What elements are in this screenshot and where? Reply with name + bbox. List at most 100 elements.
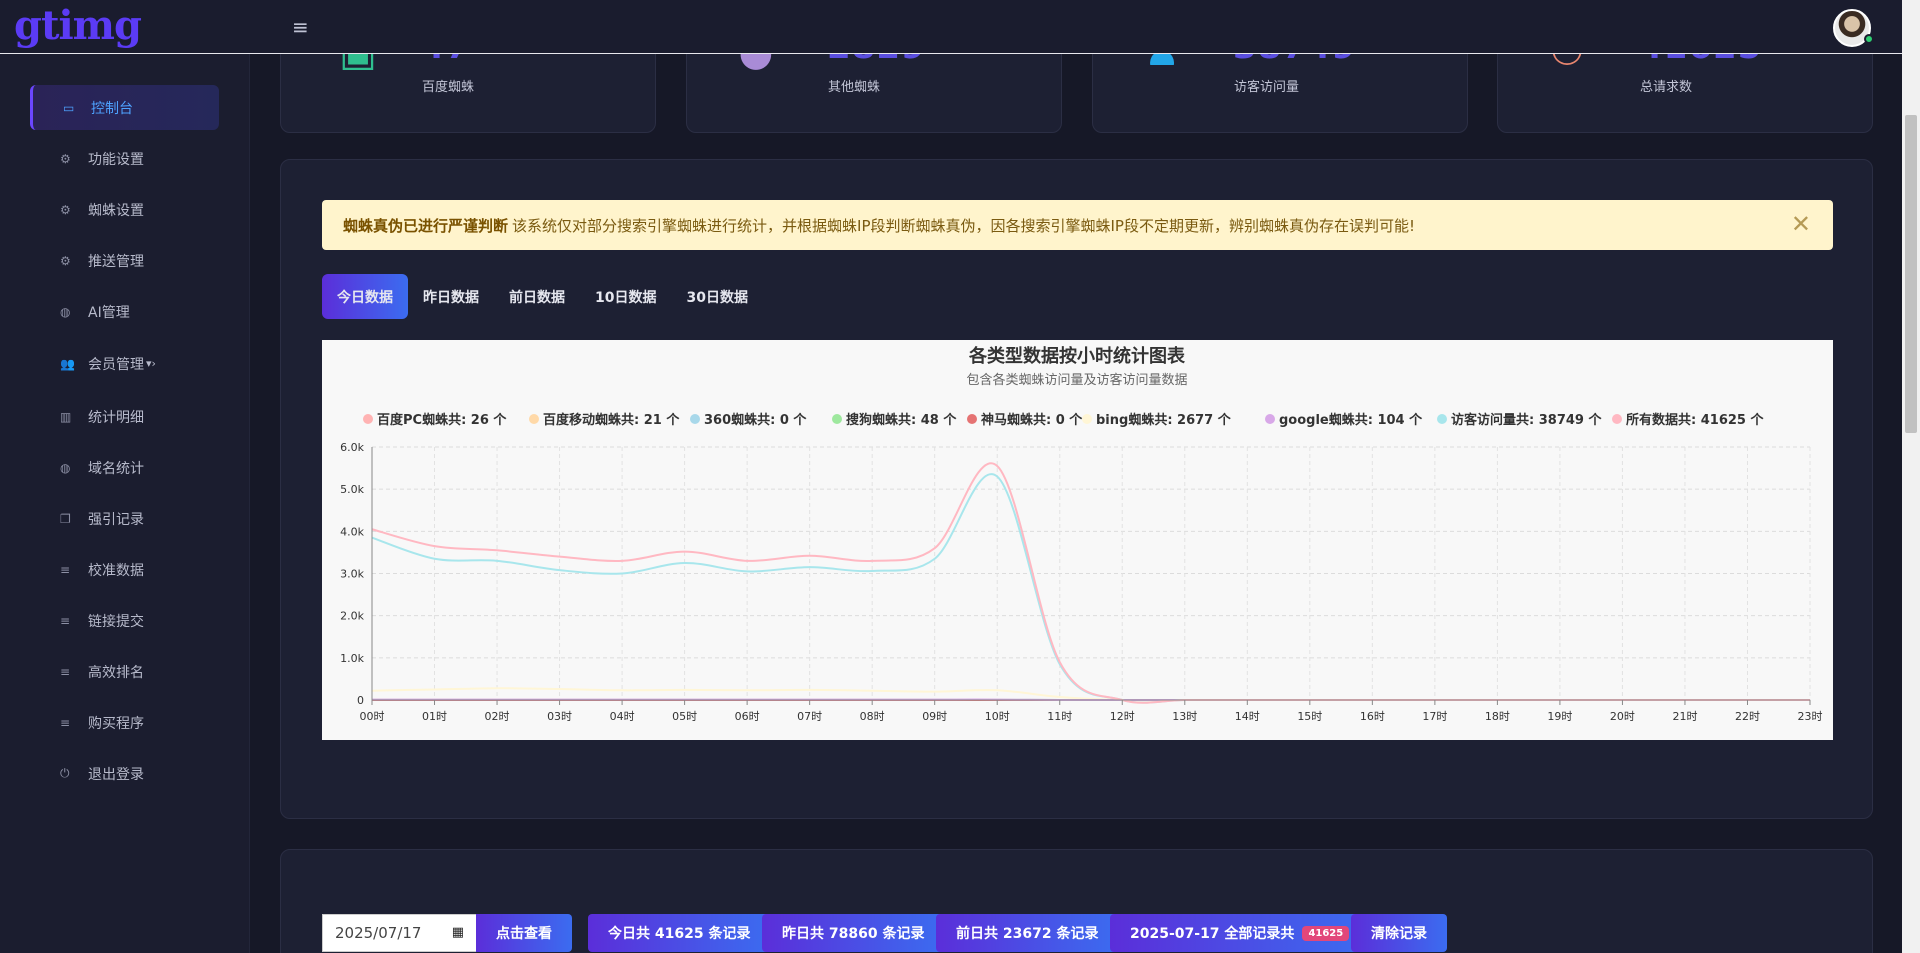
x-tick-label: 11时 (1047, 710, 1072, 723)
y-tick-label: 2.0k (340, 610, 364, 623)
chart-title: 各类型数据按小时统计图表 (968, 345, 1186, 367)
clear-records-button[interactable]: 清除记录 (1351, 914, 1447, 952)
y-tick-label: 0 (357, 694, 364, 707)
sidebar-item-logout[interactable]: ⏻ 退出登录 (30, 751, 219, 796)
sidebar-item-label: AI管理 (88, 304, 130, 321)
x-tick-label: 05时 (672, 710, 697, 723)
x-tick-label: 03时 (547, 710, 572, 723)
yesterday-records-button[interactable]: 昨日共 78860 条记录 (762, 914, 945, 952)
sidebar-item-dashboard[interactable]: ▭ 控制台 (30, 85, 219, 130)
legend-swatch (832, 414, 842, 424)
hourly-chart: 各类型数据按小时统计图表 包含各类蜘蛛访问量及访客访问量数据 百度PC蜘蛛共: … (322, 340, 1833, 740)
legend-swatch (1265, 414, 1275, 424)
chart-legend: 百度PC蜘蛛共: 26 个 百度移动蜘蛛共: 21 个 360蜘蛛共: 0 个 搜狗蜘… (363, 412, 1764, 428)
sidebar-item-feature-settings[interactable]: ⚙ 功能设置 (30, 136, 219, 181)
sidebar-item-label: 购买程序 (88, 715, 144, 732)
legend-label: bing蜘蛛共: 2677 个 (1096, 412, 1232, 428)
hamburger-icon[interactable]: ≡ (292, 17, 314, 37)
tab-day-before[interactable]: 前日数据 (494, 274, 580, 319)
legend-swatch (690, 414, 700, 424)
sidebar-item-spider-settings[interactable]: ⚙ 蜘蛛设置 (30, 187, 219, 232)
alert-title: 蜘蛛真伪已进行严谨判断 (343, 216, 509, 235)
x-tick-label: 00时 (360, 710, 385, 723)
all-records-button[interactable]: 2025-07-17 全部记录共 41625 (1110, 914, 1370, 952)
x-tick-label: 02时 (485, 710, 510, 723)
legend-swatch (1082, 414, 1092, 424)
series-line (371, 473, 1810, 704)
sidebar-item-label: 推送管理 (88, 253, 144, 270)
x-tick-label: 09时 (922, 710, 947, 723)
sidebar-item-calibrate-data[interactable]: ≡ 校准数据 (30, 547, 219, 592)
stat-label: 访客访问量 (1234, 80, 1300, 95)
x-tick-label: 07时 (797, 710, 822, 723)
laptop-icon: ▭ (63, 100, 75, 115)
scrollbar-thumb[interactable] (1905, 115, 1917, 433)
sidebar-item-ranking[interactable]: ≡ 高效排名 (30, 649, 219, 694)
close-icon[interactable]: ✕ (1791, 212, 1811, 236)
sidebar-item-push-management[interactable]: ⚙ 推送管理 (30, 238, 219, 283)
date-field[interactable]: 2025/07/17 ▦ (322, 914, 477, 952)
x-tick-label: 04时 (610, 710, 635, 723)
sidebar-item-label: 退出登录 (88, 766, 144, 783)
x-tick-label: 22时 (1735, 710, 1760, 723)
sidebar-item-purchase[interactable]: ≡ 购买程序 (30, 700, 219, 745)
sidebar-item-label: 蜘蛛设置 (88, 202, 144, 219)
chevron-down-icon: ▾› (146, 357, 156, 370)
view-button[interactable]: 点击查看 (476, 914, 572, 952)
daybefore-records-button[interactable]: 前日共 23672 条记录 (936, 914, 1119, 952)
x-tick-label: 14时 (1235, 710, 1260, 723)
today-records-button[interactable]: 今日共 41625 条记录 (588, 914, 771, 952)
sidebar-item-ai-management[interactable]: ◍ AI管理 (30, 289, 219, 334)
app-logo[interactable]: gtimg (14, 2, 142, 49)
date-value: 2025/07/17 (335, 924, 422, 942)
x-tick-label: 13时 (1172, 710, 1197, 723)
globe-icon: ◍ (60, 460, 71, 475)
sidebar-item-label: 强引记录 (88, 511, 144, 528)
tab-yesterday[interactable]: 昨日数据 (408, 274, 494, 319)
users-icon: 👥 (60, 356, 75, 371)
online-status-dot (1864, 34, 1874, 44)
tab-30-days[interactable]: 30日数据 (671, 274, 762, 319)
top-bar: gtimg ≡ (0, 0, 1902, 54)
legend-label: 访客访问量共: 38749 个 (1451, 412, 1602, 428)
legend-label: 360蜘蛛共: 0 个 (704, 412, 807, 428)
x-tick-label: 10时 (985, 710, 1010, 723)
sidebar-item-label: 域名统计 (88, 460, 144, 477)
legend-label: 神马蜘蛛共: 0 个 (981, 412, 1083, 428)
sidebar-item-member-management[interactable]: 👥 会员管理 ▾› (30, 341, 219, 386)
x-tick-label: 19时 (1547, 710, 1572, 723)
power-icon: ⏻ (60, 766, 70, 780)
stat-label: 百度蜘蛛 (422, 80, 475, 95)
sidebar-item-label: 会员管理 (88, 356, 144, 373)
calendar-icon[interactable]: ▦ (452, 925, 464, 940)
tab-today[interactable]: 今日数据 (322, 274, 408, 319)
records-panel: 2025/07/17 ▦ 点击查看 今日共 41625 条记录 昨日共 7886… (280, 849, 1873, 953)
records-count-badge: 41625 (1302, 925, 1350, 941)
x-tick-label: 01时 (422, 710, 447, 723)
x-tick-label: 08时 (860, 710, 885, 723)
sidebar-item-label: 链接提交 (88, 613, 144, 630)
gears-icon: ⚙ (60, 253, 71, 268)
chart-series (371, 462, 1810, 704)
y-tick-label: 4.0k (340, 525, 364, 538)
x-tick-label: 17时 (1422, 710, 1447, 723)
y-tick-label: 5.0k (340, 483, 364, 496)
date-range-tabs: 今日数据 昨日数据 前日数据 10日数据 30日数据 (322, 274, 763, 319)
tab-10-days[interactable]: 10日数据 (580, 274, 671, 319)
y-tick-label: 3.0k (340, 568, 364, 581)
sidebar-item-redirect-records[interactable]: ❐ 强引记录 (30, 496, 219, 541)
stat-label: 其他蜘蛛 (828, 80, 881, 95)
sidebar-item-label: 高效排名 (88, 664, 144, 681)
sidebar-item-statistics[interactable]: ▥ 统计明细 (30, 394, 219, 439)
y-tick-label: 1.0k (340, 652, 364, 665)
chart-subtitle: 包含各类蜘蛛访问量及访客访问量数据 (966, 372, 1187, 388)
x-tick-label: 16时 (1360, 710, 1385, 723)
x-tick-label: 15时 (1297, 710, 1322, 723)
legend-label: 百度PC蜘蛛共: 26 个 (377, 412, 507, 428)
sidebar-item-link-submit[interactable]: ≡ 链接提交 (30, 598, 219, 643)
sidebar-item-domain-stats[interactable]: ◍ 域名统计 (30, 445, 219, 490)
list-icon: ≡ (60, 715, 71, 730)
legend-swatch (363, 414, 373, 424)
legend-swatch (1437, 414, 1447, 424)
list-icon: ≡ (60, 664, 71, 679)
